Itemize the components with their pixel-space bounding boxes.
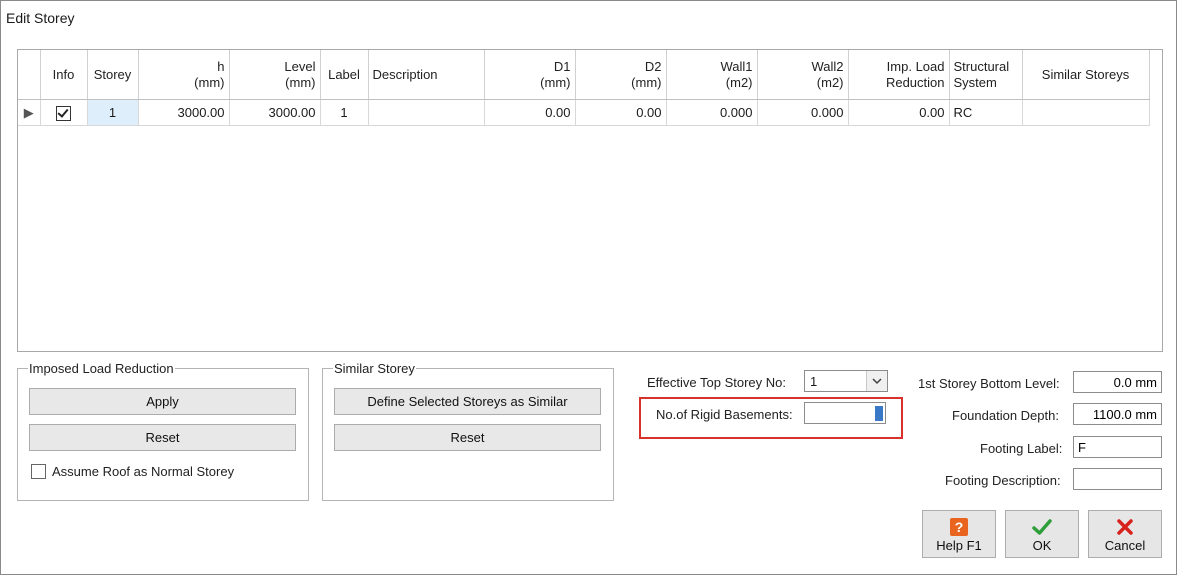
row-indicator-icon: ▶ xyxy=(18,99,41,126)
col-header-level[interactable]: Level (mm) xyxy=(229,50,321,100)
text-selection-caret xyxy=(875,406,883,421)
cell-d2[interactable]: 0.00 xyxy=(575,99,667,126)
cancel-button[interactable]: Cancel xyxy=(1088,510,1162,558)
col-header-wall1[interactable]: Wall1 (m2) xyxy=(666,50,758,100)
edit-storey-window: Edit Storey Info Storey h (mm) Level (mm… xyxy=(0,0,1177,575)
effective-top-value: 1 xyxy=(810,374,818,389)
col-header-structural-system[interactable]: Structural System xyxy=(949,50,1023,100)
cell-similar-storeys[interactable] xyxy=(1022,99,1150,126)
cell-label[interactable]: 1 xyxy=(320,99,369,126)
help-icon: ? xyxy=(949,517,969,540)
cell-wall1[interactable]: 0.000 xyxy=(666,99,758,126)
col-header-similar-storeys[interactable]: Similar Storeys xyxy=(1022,50,1150,100)
rigid-basements-label: No.of Rigid Basements: xyxy=(656,407,793,422)
foundation-depth-input[interactable] xyxy=(1073,403,1162,425)
window-title: Edit Storey xyxy=(6,10,75,26)
cell-wall2[interactable]: 0.000 xyxy=(757,99,849,126)
similar-reset-button[interactable]: Reset xyxy=(334,424,601,451)
cell-structural-system[interactable]: RC xyxy=(949,99,1023,126)
checkmark-icon xyxy=(1031,517,1053,540)
footing-description-label: Footing Description: xyxy=(945,473,1061,488)
imposed-reset-button[interactable]: Reset xyxy=(29,424,296,451)
table-row[interactable]: ▶ 1 3000.00 3000.00 1 0.00 0.00 0.000 0.… xyxy=(18,99,1150,126)
col-header-h[interactable]: h (mm) xyxy=(138,50,230,100)
col-header-description[interactable]: Description xyxy=(368,50,485,100)
footing-label-input[interactable] xyxy=(1073,436,1162,458)
cell-level[interactable]: 3000.00 xyxy=(229,99,321,126)
cell-h[interactable]: 3000.00 xyxy=(138,99,230,126)
footing-label-label: Footing Label: xyxy=(980,441,1063,456)
close-icon xyxy=(1115,517,1135,540)
cancel-button-label: Cancel xyxy=(1104,538,1146,553)
cell-storey[interactable]: 1 xyxy=(87,99,139,126)
grid-header-row: Info Storey h (mm) Level (mm) Label Descri… xyxy=(18,50,1150,100)
effective-top-label: Effective Top Storey No: xyxy=(647,375,786,390)
col-header-info[interactable]: Info xyxy=(40,50,88,100)
ok-button[interactable]: OK xyxy=(1005,510,1079,558)
col-header-d2[interactable]: D2 (mm) xyxy=(575,50,667,100)
storey-grid[interactable]: Info Storey h (mm) Level (mm) Label Descri… xyxy=(17,49,1163,352)
foundation-depth-label: Foundation Depth: xyxy=(952,408,1059,423)
imposed-load-legend: Imposed Load Reduction xyxy=(29,361,174,376)
bottom-level-label: 1st Storey Bottom Level: xyxy=(918,376,1060,391)
assume-roof-label: Assume Roof as Normal Storey xyxy=(52,464,235,479)
col-header-wall2[interactable]: Wall2 (m2) xyxy=(757,50,849,100)
apply-button[interactable]: Apply xyxy=(29,388,296,415)
col-header-d1[interactable]: D1 (mm) xyxy=(484,50,576,100)
cell-description[interactable] xyxy=(368,99,485,126)
svg-text:?: ? xyxy=(955,519,964,535)
storey-table: Info Storey h (mm) Level (mm) Label Descri… xyxy=(18,50,1150,126)
footing-description-input[interactable] xyxy=(1073,468,1162,490)
help-button[interactable]: ? Help F1 xyxy=(922,510,996,558)
rigid-basements-input[interactable] xyxy=(804,402,886,424)
cell-d1[interactable]: 0.00 xyxy=(484,99,576,126)
cell-imp-load-reduction[interactable]: 0.00 xyxy=(848,99,950,126)
assume-roof-checkbox[interactable] xyxy=(31,464,46,479)
info-checkbox[interactable] xyxy=(56,105,71,121)
chevron-down-icon[interactable] xyxy=(866,371,887,391)
help-button-label: Help F1 xyxy=(936,538,982,553)
row-indicator-header xyxy=(18,50,41,100)
col-header-label[interactable]: Label xyxy=(320,50,369,100)
effective-top-select[interactable]: 1 xyxy=(804,370,888,392)
col-header-storey[interactable]: Storey xyxy=(87,50,139,100)
ok-button-label: OK xyxy=(1032,538,1052,553)
similar-storey-legend: Similar Storey xyxy=(334,361,415,376)
col-header-imp-load-reduction[interactable]: Imp. Load Reduction xyxy=(848,50,950,100)
define-similar-button[interactable]: Define Selected Storeys as Similar xyxy=(334,388,601,415)
bottom-level-input[interactable] xyxy=(1073,371,1162,393)
cell-info[interactable] xyxy=(40,99,88,126)
